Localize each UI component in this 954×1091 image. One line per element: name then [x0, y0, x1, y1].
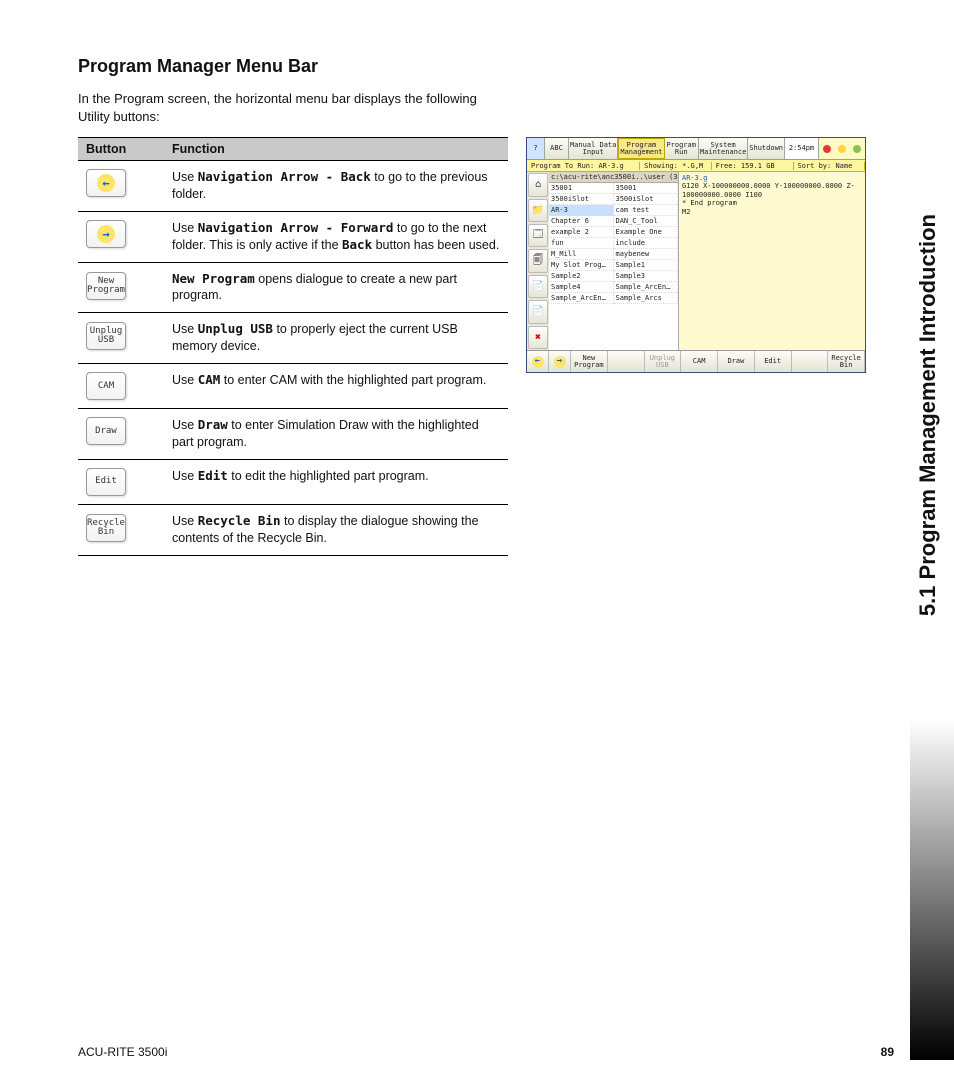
- shutdown-button[interactable]: Shutdown: [748, 138, 785, 159]
- file-item[interactable]: maybenew: [614, 249, 679, 260]
- button-icon-6: Edit: [86, 468, 126, 496]
- unplug-usb-button[interactable]: Unplug USB: [645, 351, 682, 372]
- button-icon-2: New Program: [86, 272, 126, 300]
- file-item[interactable]: 3500iSlot: [614, 194, 679, 205]
- function-desc-4: Use CAM to enter CAM with the highlighte…: [164, 364, 508, 409]
- button-icon-0: ←: [86, 169, 126, 197]
- status-lights: [819, 138, 865, 159]
- help-button[interactable]: ?: [527, 138, 545, 159]
- new-program-button[interactable]: New Program: [571, 351, 608, 372]
- clock: 2:54pm: [785, 138, 819, 159]
- sidebar-icon-1[interactable]: 📁: [528, 199, 548, 222]
- file-item[interactable]: Sample_ArcEn…: [614, 282, 679, 293]
- file-item[interactable]: Sample_Arcs: [614, 293, 679, 304]
- abc-button[interactable]: ABC: [545, 138, 569, 159]
- path-header: c:\acu-rite\anc3500i..\user (38): [549, 172, 678, 183]
- blank-button-2: [792, 351, 829, 372]
- mdi-tab[interactable]: Manual Data Input: [569, 138, 618, 159]
- file-item[interactable]: cam test: [614, 205, 679, 216]
- file-item[interactable]: 35001: [549, 183, 614, 194]
- file-item[interactable]: DAN_C_Tool: [614, 216, 679, 227]
- sidebar-icon-5[interactable]: 📄: [528, 300, 548, 323]
- nav-back-button[interactable]: ←: [527, 351, 549, 372]
- footer-product: ACU-RITE 3500i: [78, 1045, 167, 1059]
- file-item[interactable]: Sample2: [549, 271, 614, 282]
- sidebar-icon-6[interactable]: ✖: [528, 326, 548, 349]
- button-icon-1: →: [86, 220, 126, 248]
- page-number: 89: [881, 1045, 894, 1059]
- preview-pane: AR-3.g G120 X-100000000.0000 Y-100000000…: [679, 172, 865, 350]
- function-desc-3: Use Unplug USB to properly eject the cur…: [164, 313, 508, 364]
- file-item[interactable]: AR-3: [549, 205, 614, 216]
- file-item[interactable]: My Slot Prog…: [549, 260, 614, 271]
- function-desc-2: New Program opens dialogue to create a n…: [164, 262, 508, 313]
- function-desc-1: Use Navigation Arrow - Forward to go to …: [164, 211, 508, 262]
- page-heading: Program Manager Menu Bar: [78, 56, 894, 77]
- system-maintenance-tab[interactable]: System Maintenance: [699, 138, 748, 159]
- draw-button[interactable]: Draw: [718, 351, 755, 372]
- file-item[interactable]: Chapter 6: [549, 216, 614, 227]
- sidebar-icon-2[interactable]: 🗔: [528, 224, 548, 247]
- program-manager-screenshot: ? ABC Manual Data Input Program Manageme…: [526, 137, 866, 373]
- side-section-title: 5.1 Program Management Introduction: [908, 40, 948, 791]
- blank-button-1: [608, 351, 645, 372]
- sidebar-icon-0[interactable]: ⌂: [528, 173, 548, 196]
- intro-text: In the Program screen, the horizontal me…: [78, 90, 498, 125]
- cam-button[interactable]: CAM: [681, 351, 718, 372]
- sidebar-icon-4[interactable]: 📄: [528, 275, 548, 298]
- buttons-table: Button Function ← Use Navigation Arrow - …: [78, 137, 508, 556]
- file-item[interactable]: Example One: [614, 227, 679, 238]
- sidebar-icon-3[interactable]: 🗐: [528, 249, 548, 272]
- button-icon-7: Recycle Bin: [86, 514, 126, 542]
- function-desc-6: Use Edit to edit the highlighted part pr…: [164, 459, 508, 504]
- th-function: Function: [164, 138, 508, 161]
- button-icon-3: Unplug USB: [86, 322, 126, 350]
- file-item[interactable]: include: [614, 238, 679, 249]
- file-item[interactable]: 35001: [614, 183, 679, 194]
- file-item[interactable]: Sample3: [614, 271, 679, 282]
- file-item[interactable]: 3500iSlot: [549, 194, 614, 205]
- file-item[interactable]: M_Mill: [549, 249, 614, 260]
- button-icon-4: CAM: [86, 372, 126, 400]
- side-gradient-decoration: [910, 720, 954, 1060]
- function-desc-5: Use Draw to enter Simulation Draw with t…: [164, 409, 508, 460]
- function-desc-7: Use Recycle Bin to display the dialogue …: [164, 504, 508, 555]
- file-item[interactable]: Sample1: [614, 260, 679, 271]
- program-run-tab[interactable]: Program Run: [665, 138, 699, 159]
- recycle-bin-button[interactable]: Recycle Bin: [828, 351, 865, 372]
- file-item[interactable]: fun: [549, 238, 614, 249]
- function-desc-0: Use Navigation Arrow - Back to go to the…: [164, 161, 508, 212]
- file-item[interactable]: example 2: [549, 227, 614, 238]
- button-icon-5: Draw: [86, 417, 126, 445]
- program-management-tab[interactable]: Program Management: [618, 138, 664, 159]
- nav-forward-button[interactable]: →: [549, 351, 571, 372]
- file-item[interactable]: Sample4: [549, 282, 614, 293]
- file-item[interactable]: Sample_ArcEn…: [549, 293, 614, 304]
- edit-button[interactable]: Edit: [755, 351, 792, 372]
- th-button: Button: [78, 138, 164, 161]
